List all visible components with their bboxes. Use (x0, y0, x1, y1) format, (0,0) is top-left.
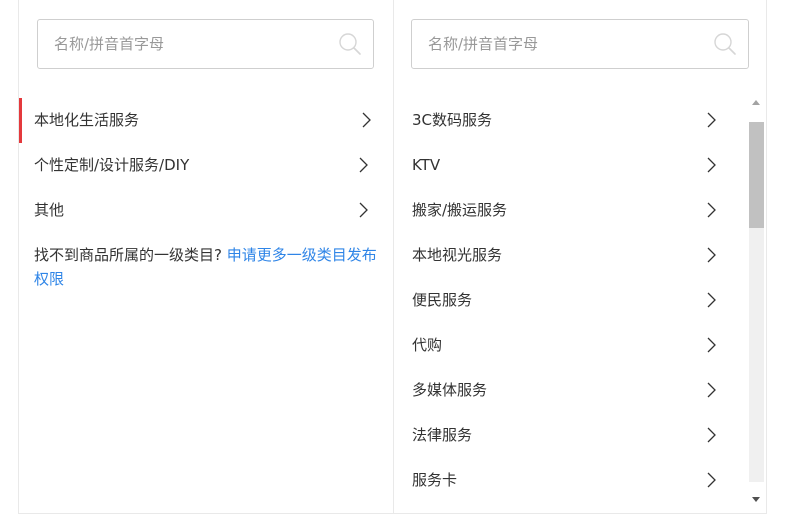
category-label: 其他 (34, 201, 65, 219)
subcategory-item[interactable]: 多媒体服务 (394, 368, 742, 413)
primary-category-panel: 本地化生活服务 个性定制/设计服务/DIY 其他 找不到商品所属的一级类目? 申… (18, 0, 393, 514)
category-item-local-life[interactable]: 本地化生活服务 (19, 98, 393, 143)
search-icon[interactable] (338, 32, 362, 56)
subcategory-label: 代购 (412, 336, 443, 354)
category-not-found-hint: 找不到商品所属的一级类目? 申请更多一级类目发布权限 (34, 243, 379, 291)
subcategory-label: 法律服务 (412, 426, 473, 444)
vertical-scrollbar[interactable] (746, 96, 766, 506)
subcategory-label: 便民服务 (412, 291, 473, 309)
primary-search-input[interactable] (38, 20, 373, 68)
secondary-category-list: 3C数码服务 KTV 搬家/搬运服务 本地视光服务 便民服务 代购 多媒体服务 (394, 98, 742, 506)
hint-text: 找不到商品所属的一级类目? (34, 246, 222, 264)
triangle-up-icon[interactable] (749, 96, 763, 110)
primary-category-list: 本地化生活服务 个性定制/设计服务/DIY 其他 (19, 98, 393, 233)
triangle-down-icon[interactable] (749, 492, 763, 506)
search-icon[interactable] (713, 32, 737, 56)
subcategory-item[interactable]: 代购 (394, 323, 742, 368)
category-label: 本地化生活服务 (34, 111, 140, 129)
chevron-right-icon (707, 157, 716, 173)
secondary-search-box (411, 19, 749, 69)
chevron-right-icon (707, 202, 716, 218)
subcategory-label: 3C数码服务 (412, 111, 493, 129)
category-item-custom-design-diy[interactable]: 个性定制/设计服务/DIY (19, 143, 393, 188)
subcategory-item[interactable]: 服务卡 (394, 458, 742, 503)
subcategory-label: 服务卡 (412, 471, 458, 489)
chevron-right-icon (707, 247, 716, 263)
scroll-track[interactable] (749, 122, 764, 482)
chevron-right-icon (707, 472, 716, 488)
subcategory-label: 搬家/搬运服务 (412, 201, 508, 219)
subcategory-item[interactable]: 搬家/搬运服务 (394, 188, 742, 233)
chevron-right-icon (362, 112, 371, 128)
chevron-right-icon (359, 157, 368, 173)
secondary-category-panel: 3C数码服务 KTV 搬家/搬运服务 本地视光服务 便民服务 代购 多媒体服务 (393, 0, 767, 514)
subcategory-label: 多媒体服务 (412, 381, 488, 399)
category-item-other[interactable]: 其他 (19, 188, 393, 233)
subcategory-label: KTV (412, 156, 441, 174)
category-label: 个性定制/设计服务/DIY (34, 156, 190, 174)
chevron-right-icon (707, 112, 716, 128)
chevron-right-icon (707, 292, 716, 308)
chevron-right-icon (707, 427, 716, 443)
primary-search-box (37, 19, 374, 69)
subcategory-item[interactable]: 3C数码服务 (394, 98, 742, 143)
subcategory-label: 本地视光服务 (412, 246, 503, 264)
subcategory-item[interactable]: 法律服务 (394, 413, 742, 458)
subcategory-item[interactable]: 便民服务 (394, 278, 742, 323)
chevron-right-icon (707, 337, 716, 353)
scroll-thumb[interactable] (749, 122, 764, 228)
chevron-right-icon (359, 202, 368, 218)
subcategory-item[interactable]: 本地视光服务 (394, 233, 742, 278)
secondary-search-input[interactable] (412, 20, 748, 68)
chevron-right-icon (707, 382, 716, 398)
subcategory-item[interactable]: KTV (394, 143, 742, 188)
